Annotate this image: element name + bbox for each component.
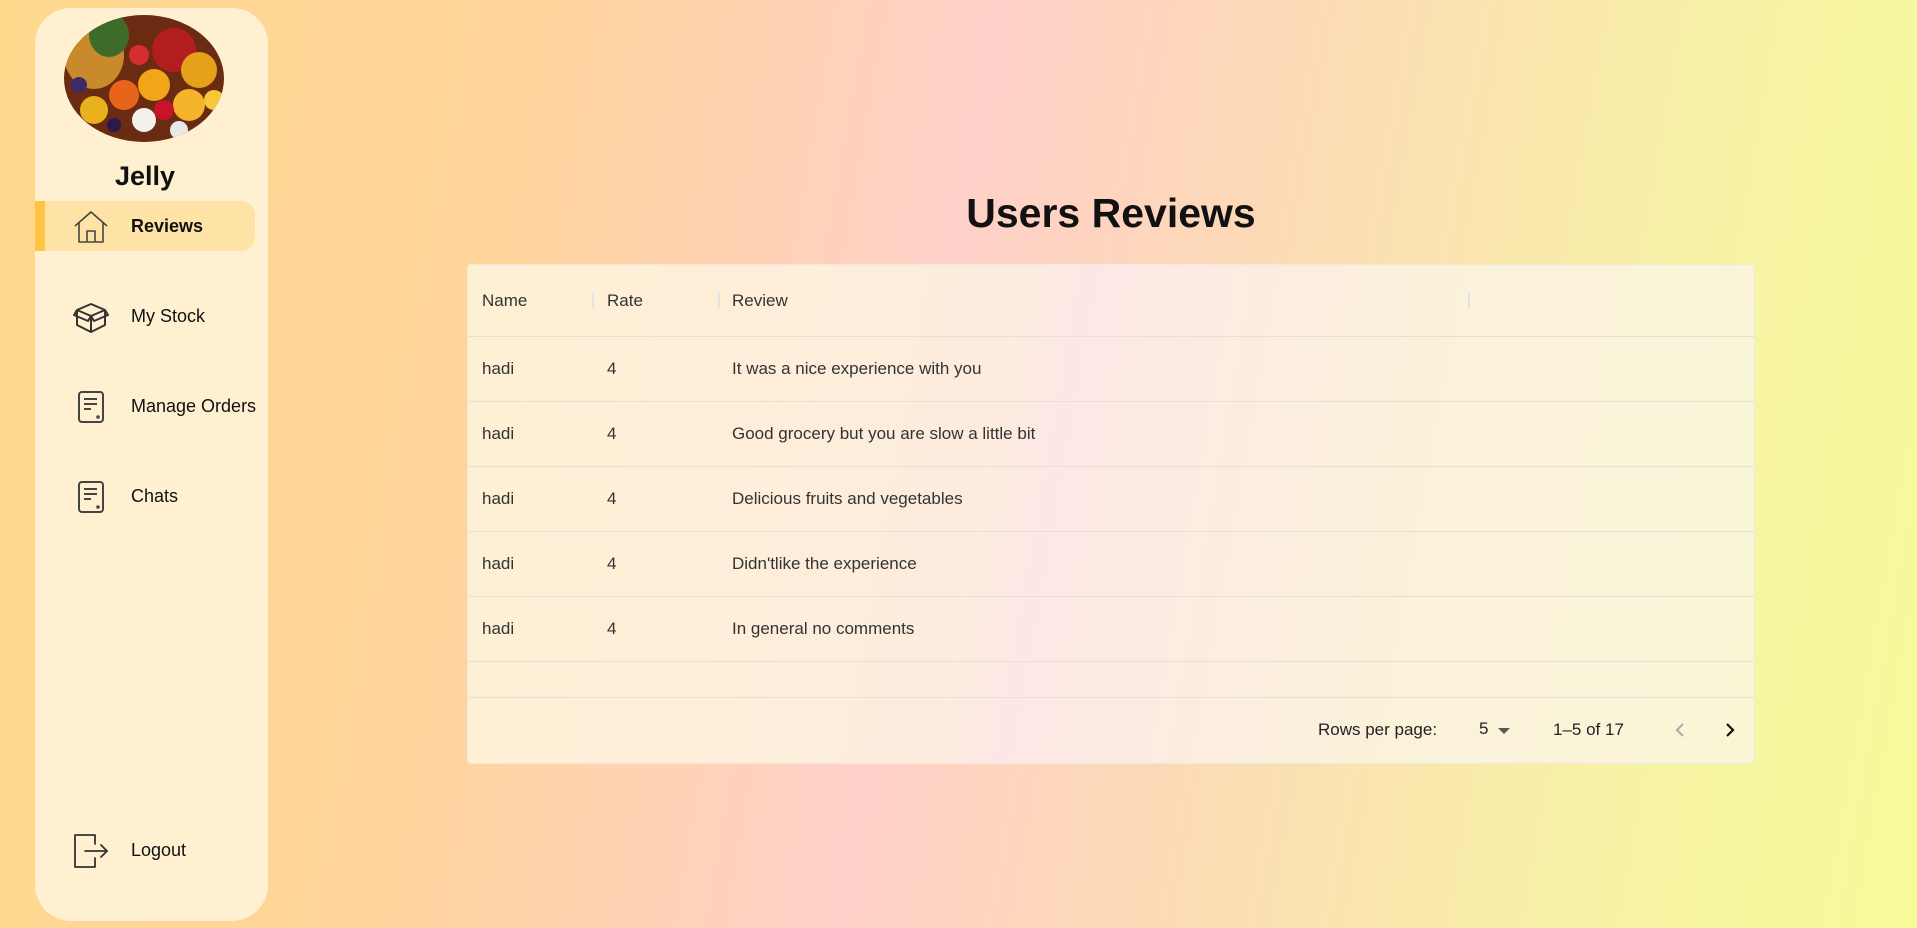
caret-down-icon [1498, 728, 1510, 734]
rows-per-page-value: 5 [1479, 719, 1489, 738]
column-separator[interactable] [592, 293, 594, 309]
cell-review: Good grocery but you are slow a little b… [732, 424, 1036, 443]
table-row[interactable]: hadi 4 Delicious fruits and vegetables [468, 467, 1754, 532]
table-row[interactable]: hadi 4 It was a nice experience with you [468, 337, 1754, 402]
sidebar-item-reviews[interactable]: Reviews [35, 201, 255, 251]
sidebar-item-label: Chats [131, 485, 179, 506]
rows-per-page-select[interactable]: 5 [1472, 716, 1516, 744]
document-icon [73, 479, 109, 515]
table-row[interactable]: hadi 4 Good grocery but you are slow a l… [468, 402, 1754, 467]
cell-rate: 4 [607, 489, 617, 508]
sidebar-item-my-stock[interactable]: My Stock [35, 291, 255, 341]
brand-logo [64, 15, 224, 142]
box-icon [73, 299, 109, 335]
sidebar: Jelly Reviews My Stock Manage Orders Cha… [35, 8, 268, 921]
column-header-name[interactable]: Name [482, 291, 527, 311]
sidebar-item-manage-orders[interactable]: Manage Orders [35, 381, 257, 431]
page-title: Users Reviews [966, 190, 1256, 236]
home-icon [73, 209, 109, 245]
document-icon [73, 389, 109, 425]
cell-name: hadi [482, 619, 515, 638]
sidebar-item-label: Reviews [131, 215, 204, 236]
column-header-rate[interactable]: Rate [607, 291, 643, 311]
cell-review: Delicious fruits and vegetables [732, 489, 963, 508]
next-page-button[interactable] [1713, 713, 1747, 747]
cell-review: In general no comments [732, 619, 915, 638]
cell-name: hadi [482, 424, 515, 443]
table-pagination: Rows per page: 5 1–5 of 17 [468, 697, 1754, 765]
sidebar-item-chats[interactable]: Chats [35, 471, 255, 521]
cell-name: hadi [482, 359, 515, 378]
previous-page-button[interactable] [1663, 713, 1697, 747]
cell-rate: 4 [607, 554, 617, 573]
column-separator[interactable] [718, 293, 720, 309]
cell-review: Didn'tlike the experience [732, 554, 917, 573]
cell-rate: 4 [607, 424, 617, 443]
table-row[interactable]: hadi 4 In general no comments [468, 597, 1754, 662]
pagination-range: 1–5 of 17 [1553, 720, 1624, 739]
logout-button[interactable]: Logout [35, 825, 255, 875]
logout-label: Logout [131, 839, 187, 860]
cell-name: hadi [482, 489, 515, 508]
column-header-review[interactable]: Review [732, 291, 788, 311]
rows-per-page-label: Rows per page: [1318, 720, 1438, 739]
sidebar-item-label: Manage Orders [131, 395, 257, 416]
table-header: Name Rate Review [468, 265, 1754, 337]
cell-rate: 4 [607, 359, 617, 378]
column-separator[interactable] [1468, 293, 1470, 309]
brand-name: Jelly [114, 161, 176, 191]
cell-rate: 4 [607, 619, 617, 638]
chevron-right-icon [1726, 723, 1735, 737]
reviews-table: Name Rate Review hadi 4 It was a nice ex… [467, 264, 1755, 764]
table-row[interactable]: hadi 4 Didn'tlike the experience [468, 532, 1754, 597]
chevron-left-icon [1675, 723, 1684, 737]
cell-name: hadi [482, 554, 515, 573]
cell-review: It was a nice experience with you [732, 359, 982, 378]
sidebar-item-label: My Stock [131, 305, 206, 326]
logout-icon [73, 833, 109, 869]
